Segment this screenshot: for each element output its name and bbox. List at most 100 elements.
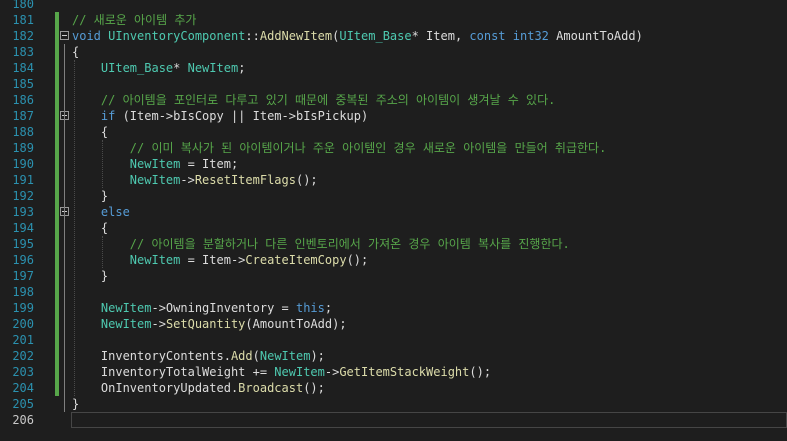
code-text: { <box>72 124 108 140</box>
code-line[interactable]: 181 // 새로운 아이템 추가 <box>0 12 787 28</box>
code-line[interactable]: 199 NewItem->OwningInventory = this; <box>0 300 787 316</box>
code-text: NewItem->ResetItemFlags(); <box>72 172 318 188</box>
line-number: 190 <box>12 157 34 171</box>
code-text: NewItem = Item->CreateItemCopy(); <box>72 252 368 268</box>
code-text: NewItem->SetQuantity(AmountToAdd); <box>72 316 347 332</box>
code-token: else <box>100 205 130 219</box>
code-token: SetQuantity <box>165 317 246 331</box>
code-line[interactable]: 191 NewItem->ResetItemFlags(); <box>0 172 787 188</box>
code-token: // 아이템을 분할하거나 다른 인벤토리에서 가져온 경우 아이템 복사를 진… <box>129 237 570 251</box>
line-number: 182 <box>12 29 34 43</box>
code-text: } <box>72 396 79 412</box>
code-token: ResetItemFlags <box>194 173 296 187</box>
code-editor[interactable]: 180 181 // 새로운 아이템 추가 182 void UInventoryCom… <box>0 0 787 441</box>
code-line[interactable]: 189 // 이미 복사가 된 아이템이거나 주운 아이템인 경우 새로운 아이… <box>0 140 787 156</box>
code-line[interactable]: 202 InventoryContents.Add(NewItem); <box>0 348 787 364</box>
code-line[interactable]: 188 { <box>0 124 787 140</box>
code-text: // 아이템을 분할하거나 다른 인벤토리에서 가져온 경우 아이템 복사를 진… <box>72 236 570 252</box>
code-text: InventoryContents.Add(NewItem); <box>72 348 325 364</box>
code-line[interactable]: 196 NewItem = Item->CreateItemCopy(); <box>0 252 787 268</box>
code-token: NewItem <box>129 173 181 187</box>
change-indicator-bar <box>55 12 59 396</box>
code-text: else <box>72 204 130 220</box>
line-number: 195 <box>12 237 34 251</box>
code-token: (AmountToAdd); <box>245 317 347 331</box>
code-line[interactable]: 206 <box>12 412 787 428</box>
code-text: NewItem = Item; <box>72 156 238 172</box>
code-line[interactable]: 195 // 아이템을 분할하거나 다른 인벤토리에서 가져온 경우 아이템 복… <box>0 236 787 252</box>
line-number: 193 <box>12 205 34 219</box>
code-token: NewItem <box>259 349 311 363</box>
line-number: 202 <box>12 349 34 363</box>
code-token: // 이미 복사가 된 아이템이거나 주운 아이템인 경우 새로운 아이템을 만… <box>129 141 607 155</box>
code-token: ->OwningInventory = <box>151 301 296 315</box>
code-line[interactable]: 197 } <box>0 268 787 284</box>
code-token: NewItem <box>274 365 325 379</box>
code-token: } <box>72 269 109 283</box>
code-token: { <box>72 221 109 235</box>
code-text: InventoryTotalWeight += NewItem->GetItem… <box>72 364 491 380</box>
code-token: // 아이템을 포인터로 다루고 있기 때문에 중복된 주소의 아이템이 생겨날… <box>100 93 556 107</box>
code-token: = Item; <box>180 157 239 171</box>
code-line[interactable]: 183 { <box>0 44 787 60</box>
code-line[interactable]: 180 <box>0 0 787 12</box>
code-line[interactable]: 192 } <box>0 188 787 204</box>
code-line[interactable]: 200 NewItem->SetQuantity(AmountToAdd); <box>0 316 787 332</box>
code-token: * <box>173 61 188 75</box>
code-line[interactable]: 182 void UInventoryComponent::AddNewItem(… <box>0 28 787 44</box>
line-number: 205 <box>12 397 34 411</box>
line-number: 184 <box>12 61 34 75</box>
code-line[interactable]: 203 InventoryTotalWeight += NewItem->Get… <box>0 364 787 380</box>
code-line[interactable]: 187 if (Item->bIsCopy || Item->bIsPickup… <box>0 108 787 124</box>
line-number: 188 <box>12 125 34 139</box>
indent-guide <box>102 140 103 188</box>
code-line[interactable]: 201 <box>0 332 787 348</box>
code-line[interactable]: 194 { <box>0 220 787 236</box>
line-number: 187 <box>12 109 34 123</box>
code-token: AmountToAdd) <box>548 29 643 43</box>
code-token: ); <box>310 349 325 363</box>
code-token: * Item, <box>411 29 470 43</box>
code-token: if <box>100 109 116 123</box>
code-line[interactable]: 186 // 아이템을 포인터로 다루고 있기 때문에 중복된 주소의 아이템이… <box>0 92 787 108</box>
code-line[interactable]: 198 <box>0 284 787 300</box>
code-text: } <box>72 188 108 204</box>
line-number: 186 <box>12 93 34 107</box>
line-number: 194 <box>12 221 34 235</box>
code-line[interactable]: 205} <box>0 396 787 412</box>
line-number: 192 <box>12 189 34 203</box>
code-token: (Item->bIsCopy || Item->bIsPickup) <box>115 109 369 123</box>
code-line[interactable]: 184 UItem_Base* NewItem; <box>0 60 787 76</box>
code-line[interactable]: 185 <box>0 76 787 92</box>
code-text: { <box>72 220 108 236</box>
code-line[interactable]: 193 else <box>0 204 787 220</box>
code-token: NewItem <box>100 301 152 315</box>
indent-guide <box>102 236 103 268</box>
code-text: if (Item->bIsCopy || Item->bIsPickup) <box>72 108 368 124</box>
code-token: OnInventoryUpdated. <box>72 381 239 395</box>
code-token: UItem_Base <box>100 61 174 75</box>
code-token: ( <box>252 349 260 363</box>
code-token: { <box>72 45 80 59</box>
code-line[interactable]: 204 OnInventoryUpdated.Broadcast(); <box>0 380 787 396</box>
code-token: Add <box>230 349 253 363</box>
code-token: -> <box>180 173 195 187</box>
code-token: UItem_Base <box>339 29 412 43</box>
code-token: (); <box>346 253 369 267</box>
code-token: } <box>72 189 109 203</box>
line-number: 201 <box>12 333 34 347</box>
collapse-toggle-icon[interactable] <box>60 31 69 40</box>
code-text: NewItem->OwningInventory = this; <box>72 300 332 316</box>
line-number: 203 <box>12 365 34 379</box>
line-number: 180 <box>12 0 34 11</box>
code-line[interactable]: 190 NewItem = Item; <box>0 156 787 172</box>
code-text: UItem_Base* NewItem; <box>72 60 246 76</box>
code-token: NewItem <box>129 157 181 171</box>
